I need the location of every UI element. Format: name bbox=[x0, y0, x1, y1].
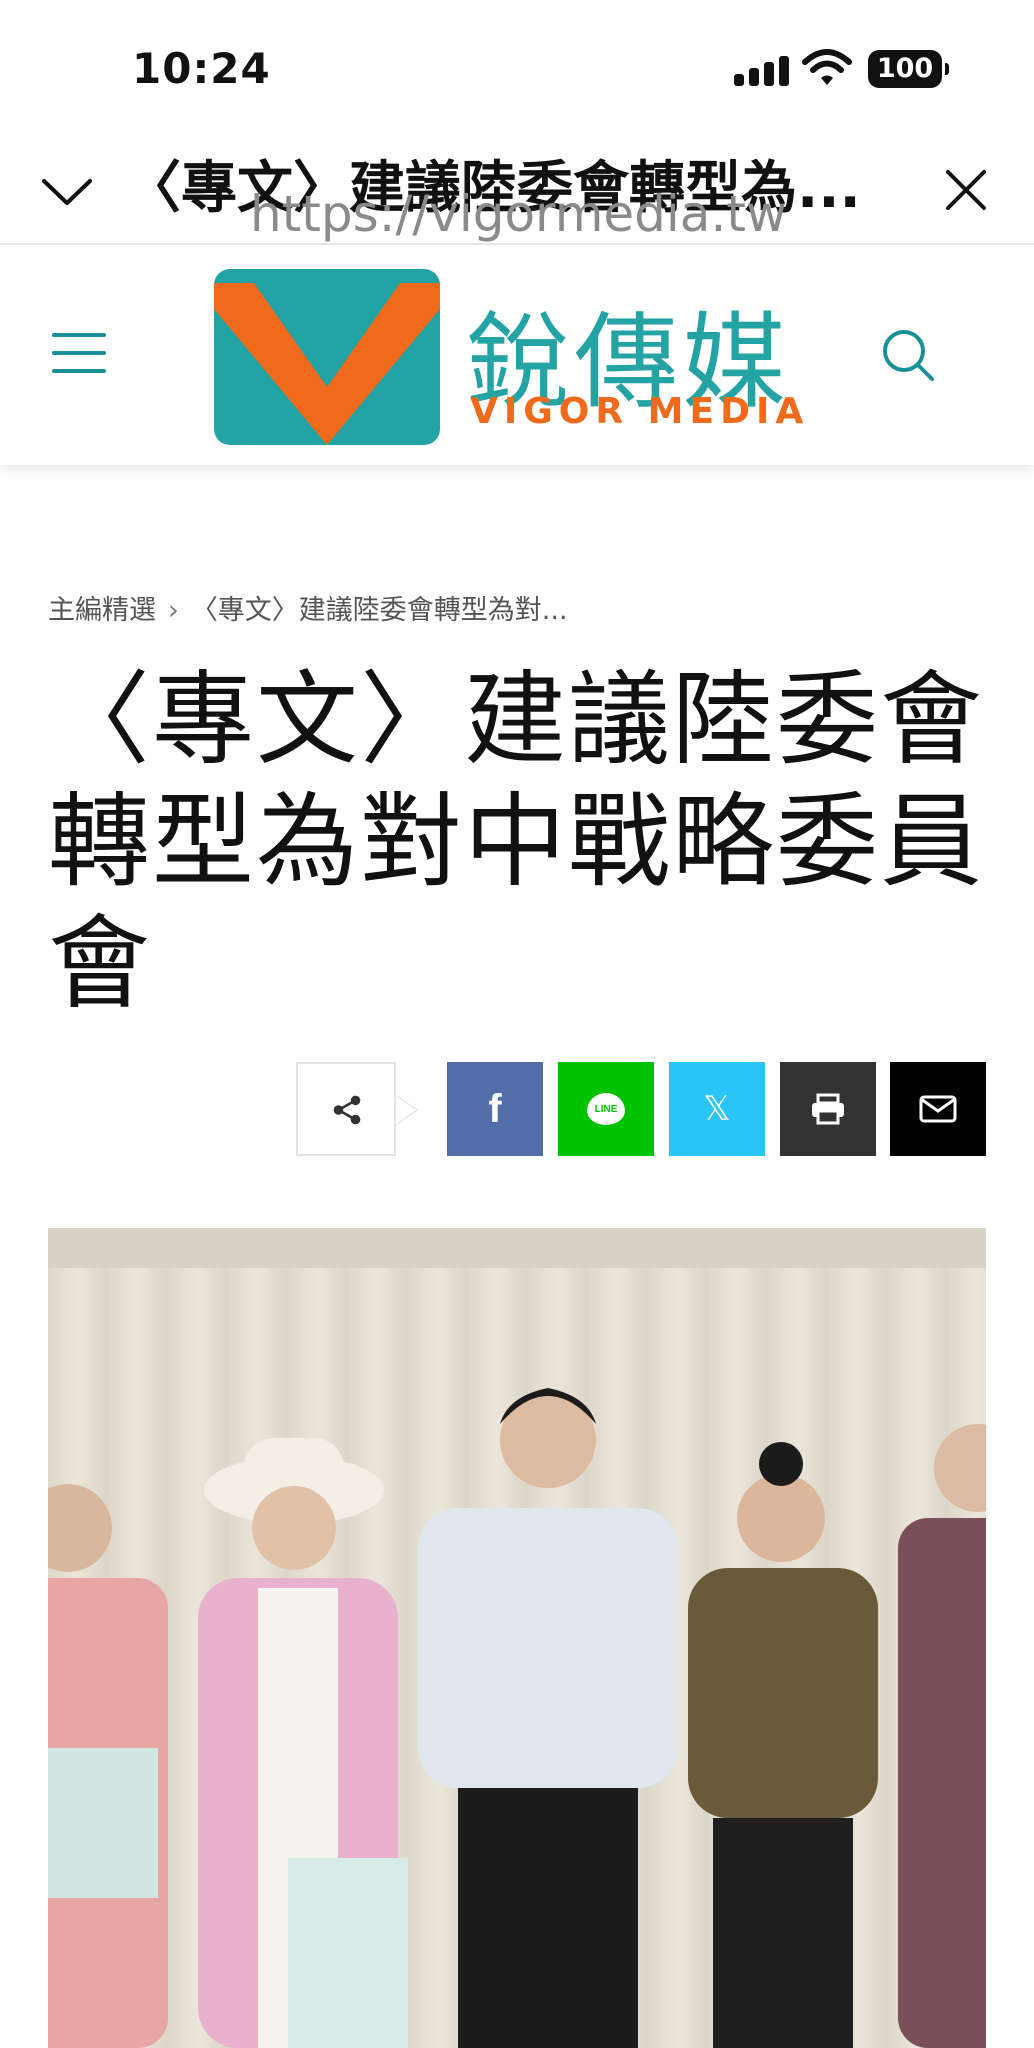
email-share-button[interactable] bbox=[890, 1062, 986, 1156]
battery-icon: 100 bbox=[868, 50, 949, 88]
close-icon[interactable] bbox=[944, 168, 988, 212]
print-button[interactable] bbox=[780, 1062, 876, 1156]
group-photo-illustration bbox=[48, 1228, 986, 2048]
breadcrumb: 主編精選 › 〈專文〉建議陸委會轉型為對... bbox=[48, 588, 568, 627]
logo-english-text: VIGOR MEDIA bbox=[470, 391, 810, 432]
line-icon: LINE bbox=[587, 1093, 625, 1125]
search-icon[interactable] bbox=[880, 327, 936, 383]
status-bar: 10:24 100 bbox=[0, 0, 1034, 120]
share-toggle-button[interactable] bbox=[296, 1062, 396, 1156]
article-photo bbox=[48, 1228, 986, 2048]
browser-url[interactable]: https://vigormedia.tw bbox=[250, 185, 787, 243]
x-icon: 𝕏 bbox=[703, 1089, 731, 1129]
facebook-icon: f bbox=[488, 1086, 502, 1131]
status-time: 10:24 bbox=[132, 44, 271, 93]
menu-icon[interactable] bbox=[52, 333, 106, 373]
article-title: 〈專文〉建議陸委會轉型為對中戰略委員會 bbox=[48, 661, 984, 1024]
x-share-button[interactable]: 𝕏 bbox=[669, 1062, 765, 1156]
share-icon bbox=[333, 1095, 361, 1125]
facebook-share-button[interactable]: f bbox=[447, 1062, 543, 1156]
line-share-button[interactable]: LINE bbox=[558, 1062, 654, 1156]
breadcrumb-section-link[interactable]: 主編精選 bbox=[48, 595, 156, 626]
print-icon bbox=[812, 1093, 844, 1125]
mail-icon bbox=[919, 1095, 957, 1123]
wifi-icon bbox=[802, 49, 852, 85]
chevron-down-icon[interactable] bbox=[40, 175, 94, 209]
site-header: 銳傳媒 VIGOR MEDIA bbox=[0, 247, 1034, 465]
browser-title-bar: 〈專文〉建議陸委會轉型為... https://vigormedia.tw bbox=[0, 125, 1034, 245]
breadcrumb-separator: › bbox=[168, 595, 179, 626]
breadcrumb-current[interactable]: 〈專文〉建議陸委會轉型為對... bbox=[191, 595, 568, 626]
signal-icon bbox=[734, 56, 790, 86]
vigor-media-logo[interactable] bbox=[214, 269, 440, 445]
